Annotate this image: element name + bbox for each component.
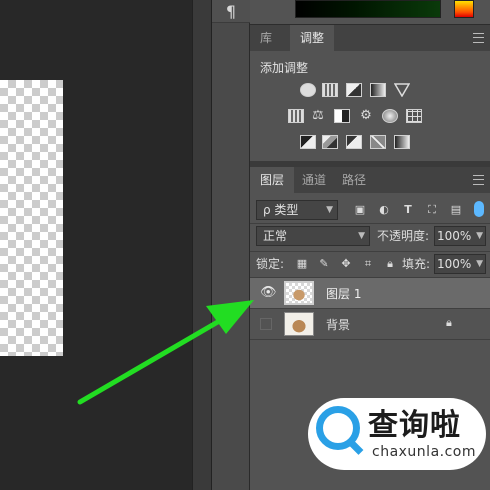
blend-mode-select[interactable]: 正常 ▼ (256, 226, 370, 246)
filter-toggle-icon[interactable] (474, 201, 484, 217)
threshold-icon[interactable] (346, 135, 362, 149)
watermark-title: 查询啦 (368, 408, 461, 443)
tab-library[interactable]: 库 (250, 25, 282, 51)
search-logo-icon (316, 406, 360, 450)
lock-image-icon[interactable]: ✎ (318, 258, 330, 270)
color-swatch[interactable] (454, 0, 474, 18)
layer-thumbnail[interactable] (284, 312, 314, 336)
chevron-down-icon: ▼ (476, 259, 483, 269)
eye-icon[interactable]: 👁︎ (260, 286, 277, 300)
invert-icon[interactable] (300, 135, 316, 149)
adjustments-tabbar: 库 调整 (250, 25, 490, 52)
layer-row-layer1[interactable]: 👁︎ 图层 1 (250, 278, 490, 308)
lock-all-icon[interactable]: 🔒︎ (384, 258, 396, 270)
fill-value: 100% (437, 257, 472, 271)
opacity-label: 不透明度: (377, 229, 430, 243)
adjustments-title: 添加调整 (260, 61, 309, 75)
channel-mixer-icon[interactable] (382, 109, 398, 123)
visibility-toggle[interactable] (260, 318, 272, 330)
watermark-url: chaxunla.com (372, 444, 476, 460)
type-filter-icon[interactable]: T (402, 204, 414, 216)
tab-channels[interactable]: 通道 (292, 167, 336, 193)
color-panel (250, 0, 490, 25)
panel-divider[interactable] (192, 0, 212, 490)
layer-thumbnail[interactable] (284, 281, 314, 305)
levels-icon[interactable] (322, 83, 338, 97)
pixel-filter-icon[interactable]: ▣ (354, 204, 366, 216)
photo-filter-icon[interactable]: ⚙ (358, 109, 374, 123)
opacity-input[interactable]: 100% ▼ (434, 226, 486, 246)
fill-input[interactable]: 100% ▼ (434, 254, 486, 274)
curves-icon[interactable] (346, 83, 362, 97)
color-lookup-icon[interactable] (406, 109, 422, 123)
hue-saturation-icon[interactable] (288, 109, 304, 123)
paragraph-icon[interactable]: ¶ (212, 0, 250, 23)
layer-filter-label: ρ 类型 (263, 203, 299, 217)
layers-tabbar: 图层 通道 路径 (250, 167, 490, 194)
adjustment-filter-icon[interactable]: ◐ (378, 204, 390, 216)
collapsed-panel-strip: ¶ (212, 0, 250, 490)
blend-mode-value: 正常 (263, 229, 288, 243)
color-balance-icon[interactable]: ⚖ (310, 109, 326, 123)
selective-color-icon[interactable] (370, 135, 386, 149)
brightness-icon[interactable] (300, 83, 316, 97)
tab-layers[interactable]: 图层 (250, 167, 295, 193)
vibrance-icon[interactable] (393, 83, 411, 98)
adjustments-panel: 添加调整 ⚖ ⚙ (250, 51, 490, 162)
chevron-down-icon: ▼ (326, 205, 333, 215)
chevron-down-icon: ▼ (358, 231, 365, 241)
panel-menu-icon[interactable] (473, 33, 484, 43)
watermark: 查询啦 chaxunla.com (302, 396, 490, 476)
lock-label: 锁定: (256, 257, 285, 271)
smart-object-filter-icon[interactable]: ▤ (450, 204, 462, 216)
chevron-down-icon: ▼ (476, 231, 483, 241)
document-canvas-area[interactable] (0, 0, 192, 490)
lock-icon: 🔒︎ (446, 316, 452, 329)
lock-transparent-icon[interactable]: ▦ (296, 258, 308, 270)
fill-label: 填充: (402, 257, 431, 271)
black-white-icon[interactable] (334, 109, 350, 123)
panel-menu-icon[interactable] (473, 175, 484, 185)
layer-name[interactable]: 背景 (326, 316, 350, 333)
lock-artboard-icon[interactable]: ⌗ (362, 258, 374, 270)
tab-paths[interactable]: 路径 (332, 167, 376, 193)
gradient-map-icon[interactable] (394, 135, 410, 149)
layer-filter-select[interactable]: ρ 类型 ▼ (256, 200, 338, 220)
lock-position-icon[interactable]: ✥ (340, 258, 352, 270)
transparent-canvas[interactable] (0, 80, 63, 356)
posterize-icon[interactable] (322, 135, 338, 149)
color-spectrum[interactable] (295, 0, 441, 18)
layer-name[interactable]: 图层 1 (326, 285, 361, 302)
shape-filter-icon[interactable]: ⛶ (426, 204, 438, 216)
exposure-icon[interactable] (370, 83, 386, 97)
layer-row-background[interactable]: 背景 🔒︎ (250, 309, 490, 339)
opacity-value: 100% (437, 229, 472, 243)
tab-adjustments[interactable]: 调整 (290, 25, 335, 51)
